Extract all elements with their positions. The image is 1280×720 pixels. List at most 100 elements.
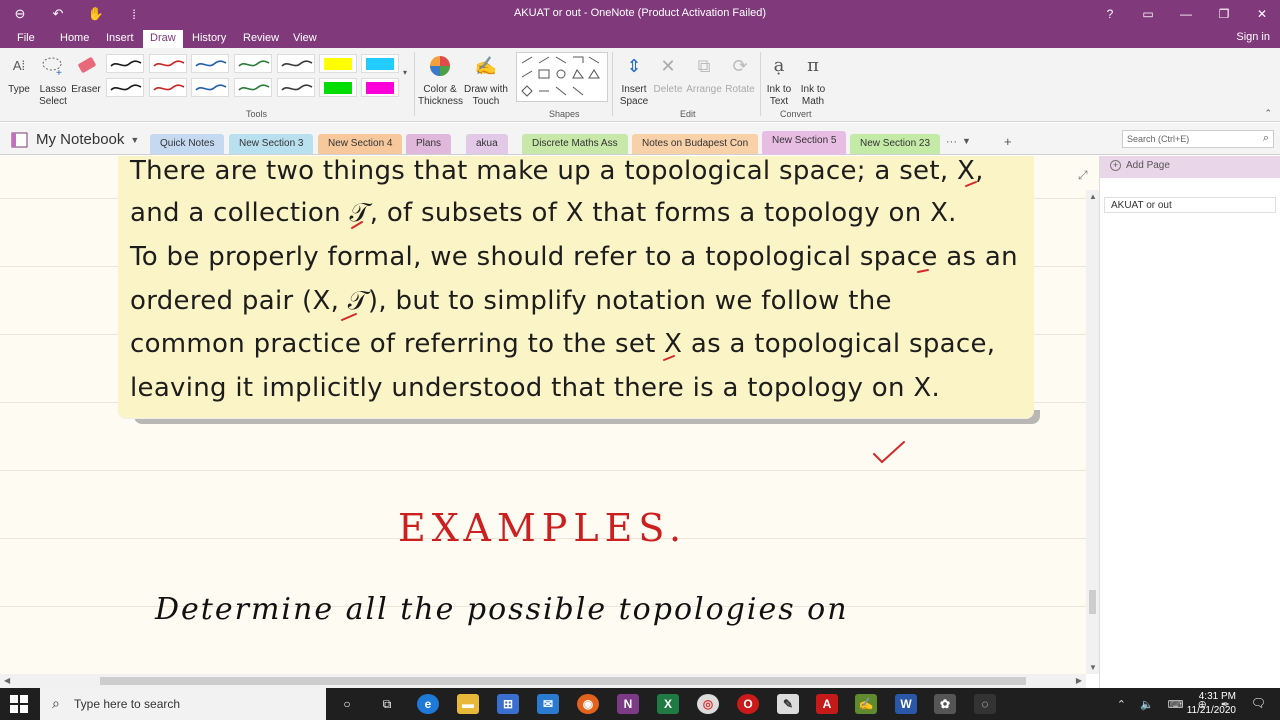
scroll-thumb[interactable]	[1089, 590, 1096, 614]
file-explorer-icon[interactable]: ▬	[457, 694, 479, 714]
opera-icon[interactable]: O	[737, 694, 759, 714]
section-tab[interactable]: New Section 3	[229, 134, 314, 154]
checkmark-ink	[873, 441, 905, 464]
add-page-button[interactable]: + Add Page	[1100, 156, 1280, 178]
section-tab[interactable]: New Section 23	[850, 134, 941, 154]
tab-history[interactable]: History	[185, 30, 233, 48]
highlighter-cyan[interactable]	[361, 54, 399, 73]
section-tab[interactable]: Discrete Maths Ass	[522, 134, 628, 154]
volume-icon[interactable]: 🔈	[1140, 698, 1154, 711]
expand-icon[interactable]: ⤢	[1078, 168, 1088, 183]
color-thickness-button[interactable]: Color & Thickness	[418, 52, 463, 108]
page-item[interactable]: AKUAT or out	[1104, 197, 1276, 213]
keyboard-icon[interactable]: ⌨	[1168, 698, 1184, 711]
draw-with-touch-button[interactable]: ✍ Draw with Touch	[462, 52, 510, 108]
settings-app-icon[interactable]: ✿	[934, 694, 956, 714]
pen-swatch[interactable]	[234, 78, 272, 97]
section-tab[interactable]: New Section 5	[762, 131, 847, 155]
more-sections-icon[interactable]: ···	[946, 136, 957, 148]
type-button[interactable]: A⁞ Type	[5, 52, 33, 96]
scroll-right-icon[interactable]: ▶	[1076, 676, 1082, 685]
highlighter-yellow[interactable]	[319, 54, 357, 73]
tab-draw[interactable]: Draw	[143, 30, 183, 48]
restore-button[interactable]: ❐	[1212, 4, 1236, 24]
highlighter-magenta[interactable]	[361, 78, 399, 97]
acrobat-icon[interactable]: A	[816, 694, 838, 714]
network-app-icon[interactable]: ◌	[974, 694, 996, 714]
pen-gallery-more-icon[interactable]: ▾	[403, 68, 407, 77]
section-tab[interactable]: New Section 4	[318, 134, 403, 154]
scroll-down-icon[interactable]: ▼	[1089, 663, 1097, 672]
scroll-left-icon[interactable]: ◀	[4, 676, 10, 685]
scroll-up-icon[interactable]: ▲	[1089, 192, 1097, 201]
tab-home[interactable]: Home	[53, 30, 96, 48]
eraser-button[interactable]: Eraser	[71, 52, 101, 96]
pen-swatch[interactable]	[277, 78, 315, 97]
tab-view[interactable]: View	[286, 30, 324, 48]
notepad-icon[interactable]: ✎	[777, 694, 799, 714]
mail-icon[interactable]: ✉	[537, 694, 559, 714]
ribbon: A⁞ Type + Lasso Select Eraser ▾ Tools Co…	[0, 48, 1280, 122]
edge-icon[interactable]: e	[417, 694, 439, 714]
taskbar-search-input[interactable]: ⌕ Type here to search	[40, 688, 326, 720]
shapes-gallery[interactable]	[516, 52, 608, 102]
windows-start-icon[interactable]	[10, 695, 28, 713]
pen-swatch[interactable]	[106, 78, 144, 97]
cortana-icon[interactable]: ○	[336, 694, 358, 714]
task-view-icon[interactable]: ⧉	[376, 694, 398, 714]
word-icon[interactable]: W	[895, 694, 917, 714]
pen-swatch[interactable]	[149, 78, 187, 97]
app-icon[interactable]: ✍	[855, 694, 877, 714]
note-canvas[interactable]: There are two things that make up a topo…	[0, 156, 1099, 674]
excel-icon[interactable]: X	[657, 694, 679, 714]
ink-to-text-button[interactable]: ạ Ink to Text	[763, 52, 795, 108]
ink-to-math-button[interactable]: π Ink to Math	[797, 52, 829, 108]
scroll-thumb[interactable]	[100, 677, 1026, 685]
arrange-icon: ⧉	[697, 56, 711, 76]
page-list-panel: + Add Page AKUAT or out	[1099, 156, 1280, 688]
lasso-select-button[interactable]: + Lasso Select	[37, 52, 69, 108]
divider	[414, 52, 415, 116]
sections-dropdown-icon[interactable]: ▼	[962, 136, 971, 146]
ribbon-display-button[interactable]: ▭	[1136, 4, 1160, 24]
section-tab[interactable]: Plans	[406, 134, 452, 154]
pen-swatch[interactable]	[234, 54, 272, 73]
section-tab[interactable]: Notes on Budapest Con	[632, 134, 759, 154]
section-tab[interactable]: akua	[466, 134, 508, 154]
pen-swatch[interactable]	[191, 78, 229, 97]
pasted-slide-image[interactable]: There are two things that make up a topo…	[118, 156, 1034, 418]
help-button[interactable]: ?	[1098, 4, 1122, 24]
pen-swatch[interactable]	[106, 54, 144, 73]
onenote-icon[interactable]: N	[617, 694, 639, 714]
chrome-icon[interactable]: ◎	[697, 694, 719, 714]
eraser-icon	[72, 52, 100, 80]
clock[interactable]: 4:31 PM 11/21/2020	[1187, 690, 1236, 718]
firefox-icon[interactable]: ◉	[577, 694, 599, 714]
add-section-button[interactable]: +	[1004, 134, 1012, 149]
insert-space-button[interactable]: ⇕ Insert Space	[617, 52, 651, 108]
delete-button[interactable]: ✕ Delete	[652, 52, 684, 96]
search-input[interactable]: Search (Ctrl+E) ⌕	[1122, 130, 1274, 148]
highlighter-green[interactable]	[319, 78, 357, 97]
sign-in-link[interactable]: Sign in	[1236, 31, 1270, 43]
arrange-button[interactable]: ⧉ Arrange	[686, 52, 722, 96]
minimize-button[interactable]: —	[1174, 4, 1198, 24]
section-tab[interactable]: Quick Notes	[150, 134, 225, 154]
tab-review[interactable]: Review	[236, 30, 286, 48]
notebook-icon	[11, 132, 28, 147]
collapse-ribbon-icon[interactable]: ⌃	[1264, 108, 1272, 119]
close-button[interactable]: ✕	[1250, 4, 1274, 24]
pen-swatch[interactable]	[149, 54, 187, 73]
pen-swatch[interactable]	[277, 54, 315, 73]
vertical-scrollbar[interactable]: ▲ ▼	[1086, 190, 1099, 674]
store-icon[interactable]: ⊞	[497, 694, 519, 714]
show-hidden-icons-icon[interactable]: ⌃	[1117, 698, 1126, 711]
pen-swatch[interactable]	[191, 54, 229, 73]
rotate-button[interactable]: ⟳ Rotate	[723, 52, 757, 96]
notifications-icon[interactable]: 🗨	[1251, 696, 1266, 710]
tab-insert[interactable]: Insert	[99, 30, 141, 48]
highlighter-swatch	[366, 58, 394, 70]
horizontal-scrollbar[interactable]: ◀ ▶	[0, 674, 1086, 688]
notebook-picker[interactable]: My Notebook ▼	[10, 131, 139, 148]
tab-file[interactable]: File	[10, 30, 42, 48]
